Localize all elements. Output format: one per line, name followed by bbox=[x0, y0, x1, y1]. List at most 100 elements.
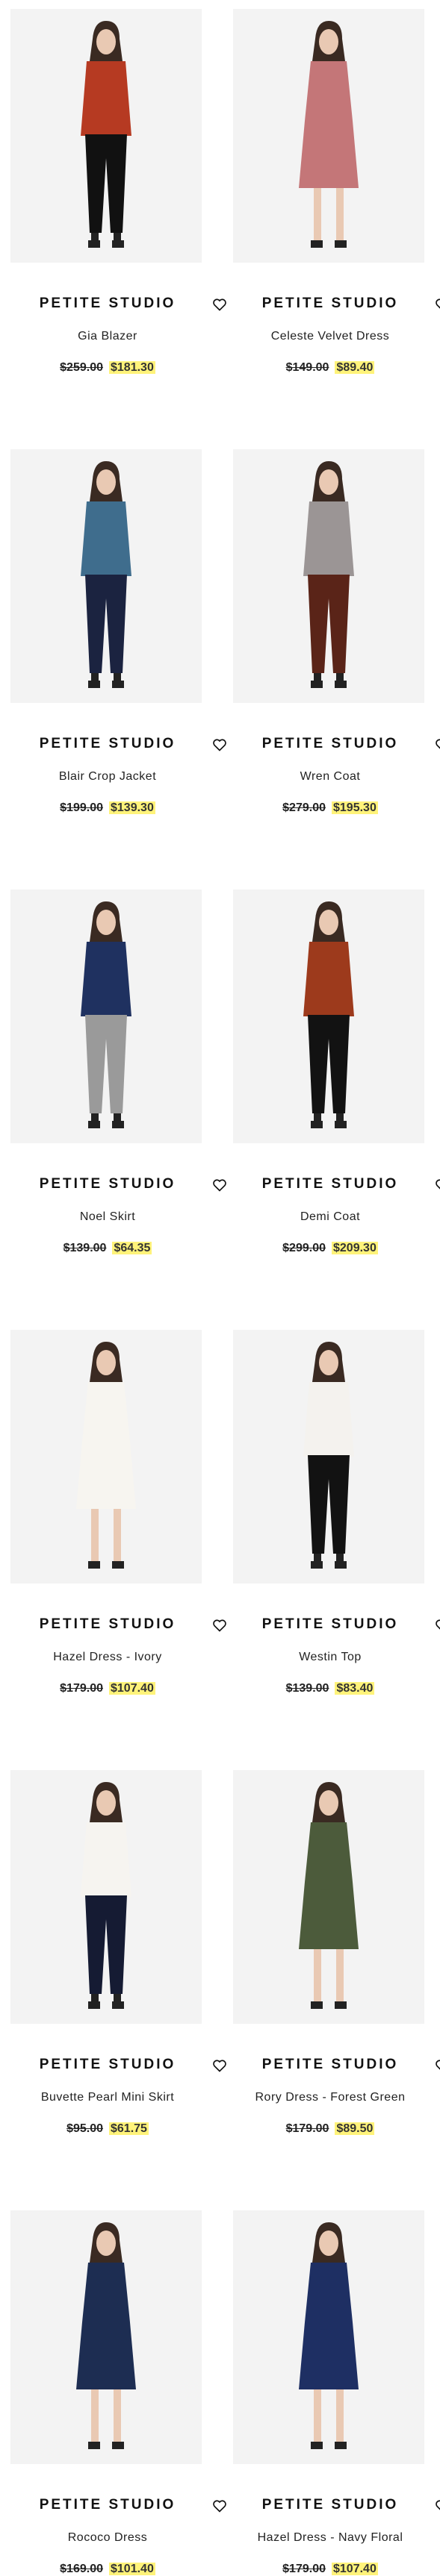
product-image[interactable] bbox=[10, 2210, 202, 2464]
product-name-link[interactable]: Demi Coat bbox=[233, 1210, 427, 1224]
sale-price: $181.30 bbox=[109, 361, 155, 374]
product-image[interactable] bbox=[10, 1330, 202, 1584]
product-name-link[interactable]: Celeste Velvet Dress bbox=[233, 330, 427, 343]
model-photo-illustration bbox=[233, 1770, 424, 2024]
product-image[interactable] bbox=[233, 449, 424, 703]
heart-outline-icon[interactable] bbox=[212, 1178, 227, 1192]
model-photo-illustration bbox=[233, 1330, 424, 1584]
brand-name: PETITE STUDIO bbox=[261, 2057, 399, 2072]
product-image[interactable] bbox=[10, 890, 202, 1143]
price-row: $299.00 $209.30 bbox=[233, 1242, 427, 1255]
heart-outline-icon[interactable] bbox=[212, 2498, 227, 2513]
original-price: $139.00 bbox=[285, 1682, 329, 1695]
sale-price: $195.30 bbox=[332, 801, 378, 814]
heart-outline-icon[interactable] bbox=[435, 2498, 440, 2513]
price-row: $95.00 $61.75 bbox=[10, 2122, 205, 2136]
sale-price: $101.40 bbox=[109, 2563, 155, 2575]
model-photo-illustration bbox=[10, 890, 202, 1143]
product-image[interactable] bbox=[10, 9, 202, 263]
brand-name: PETITE STUDIO bbox=[39, 296, 176, 311]
brand-row: PETITE STUDIO bbox=[10, 2497, 230, 2516]
heart-outline-icon[interactable] bbox=[212, 1618, 227, 1633]
product-image[interactable] bbox=[233, 9, 424, 263]
product-name-link[interactable]: Rococo Dress bbox=[10, 2531, 205, 2545]
original-price: $169.00 bbox=[60, 2563, 103, 2575]
model-photo-illustration bbox=[10, 449, 202, 703]
model-photo-illustration bbox=[10, 1330, 202, 1584]
product-name-link[interactable]: Blair Crop Jacket bbox=[10, 770, 205, 784]
brand-row: PETITE STUDIO bbox=[10, 736, 230, 755]
model-photo-illustration bbox=[233, 2210, 424, 2464]
brand-name: PETITE STUDIO bbox=[261, 2497, 399, 2513]
price-row: $179.00 $107.40 bbox=[233, 2563, 427, 2576]
original-price: $199.00 bbox=[60, 801, 103, 814]
heart-outline-icon[interactable] bbox=[435, 1618, 440, 1633]
heart-outline-icon[interactable] bbox=[212, 297, 227, 312]
price-row: $279.00 $195.30 bbox=[233, 801, 427, 815]
original-price: $259.00 bbox=[60, 361, 103, 374]
original-price: $149.00 bbox=[285, 361, 329, 374]
heart-outline-icon[interactable] bbox=[435, 737, 440, 752]
original-price: $299.00 bbox=[282, 1242, 326, 1254]
brand-row: PETITE STUDIO bbox=[10, 1176, 230, 1195]
brand-row: PETITE STUDIO bbox=[10, 296, 230, 315]
model-photo-illustration bbox=[233, 890, 424, 1143]
brand-name: PETITE STUDIO bbox=[261, 1616, 399, 1632]
sale-price: $107.40 bbox=[109, 1682, 155, 1695]
sale-price: $64.35 bbox=[112, 1242, 152, 1254]
brand-row: PETITE STUDIO bbox=[233, 1176, 440, 1195]
product-name-link[interactable]: Noel Skirt bbox=[10, 1210, 205, 1224]
heart-outline-icon[interactable] bbox=[212, 2058, 227, 2073]
brand-row: PETITE STUDIO bbox=[233, 2057, 440, 2076]
product-image[interactable] bbox=[233, 2210, 424, 2464]
product-name-link[interactable]: Rory Dress - Forest Green bbox=[233, 2091, 427, 2104]
brand-row: PETITE STUDIO bbox=[10, 2057, 230, 2076]
price-row: $169.00 $101.40 bbox=[10, 2563, 205, 2576]
product-name-link[interactable]: Wren Coat bbox=[233, 770, 427, 784]
model-photo-illustration bbox=[10, 2210, 202, 2464]
product-name-link[interactable]: Gia Blazer bbox=[10, 330, 205, 343]
price-row: $179.00 $89.50 bbox=[233, 2122, 427, 2136]
brand-row: PETITE STUDIO bbox=[233, 296, 440, 315]
price-row: $139.00 $83.40 bbox=[233, 1682, 427, 1695]
brand-name: PETITE STUDIO bbox=[39, 1616, 176, 1632]
brand-row: PETITE STUDIO bbox=[233, 1616, 440, 1636]
heart-outline-icon[interactable] bbox=[435, 297, 440, 312]
brand-row: PETITE STUDIO bbox=[233, 736, 440, 755]
product-name-link[interactable]: Buvette Pearl Mini Skirt bbox=[10, 2091, 205, 2104]
product-name-link[interactable]: Westin Top bbox=[233, 1651, 427, 1664]
sale-price: $83.40 bbox=[335, 1682, 375, 1695]
brand-name: PETITE STUDIO bbox=[261, 1176, 399, 1192]
heart-outline-icon[interactable] bbox=[435, 1178, 440, 1192]
product-image[interactable] bbox=[10, 1770, 202, 2024]
sale-price: $61.75 bbox=[109, 2122, 149, 2135]
original-price: $279.00 bbox=[282, 801, 326, 814]
price-row: $179.00 $107.40 bbox=[10, 1682, 205, 1695]
model-photo-illustration bbox=[10, 1770, 202, 2024]
heart-outline-icon[interactable] bbox=[212, 737, 227, 752]
price-row: $149.00 $89.40 bbox=[233, 361, 427, 375]
brand-name: PETITE STUDIO bbox=[39, 2497, 176, 2513]
price-row: $259.00 $181.30 bbox=[10, 361, 205, 375]
brand-name: PETITE STUDIO bbox=[39, 2057, 176, 2072]
brand-name: PETITE STUDIO bbox=[261, 296, 399, 311]
product-name-link[interactable]: Hazel Dress - Navy Floral bbox=[233, 2531, 427, 2545]
original-price: $179.00 bbox=[282, 2563, 326, 2575]
product-image[interactable] bbox=[233, 890, 424, 1143]
heart-outline-icon[interactable] bbox=[435, 2058, 440, 2073]
sale-price: $107.40 bbox=[332, 2563, 378, 2575]
brand-name: PETITE STUDIO bbox=[261, 736, 399, 751]
price-row: $199.00 $139.30 bbox=[10, 801, 205, 815]
sale-price: $89.40 bbox=[335, 361, 375, 374]
original-price: $95.00 bbox=[66, 2122, 103, 2135]
product-image[interactable] bbox=[233, 1770, 424, 2024]
sale-price: $89.50 bbox=[335, 2122, 375, 2135]
product-image[interactable] bbox=[10, 449, 202, 703]
product-name-link[interactable]: Hazel Dress - Ivory bbox=[10, 1651, 205, 1664]
sale-price: $209.30 bbox=[332, 1242, 378, 1254]
product-image[interactable] bbox=[233, 1330, 424, 1584]
original-price: $179.00 bbox=[285, 2122, 329, 2135]
brand-name: PETITE STUDIO bbox=[39, 736, 176, 751]
original-price: $179.00 bbox=[60, 1682, 103, 1695]
brand-row: PETITE STUDIO bbox=[233, 2497, 440, 2516]
